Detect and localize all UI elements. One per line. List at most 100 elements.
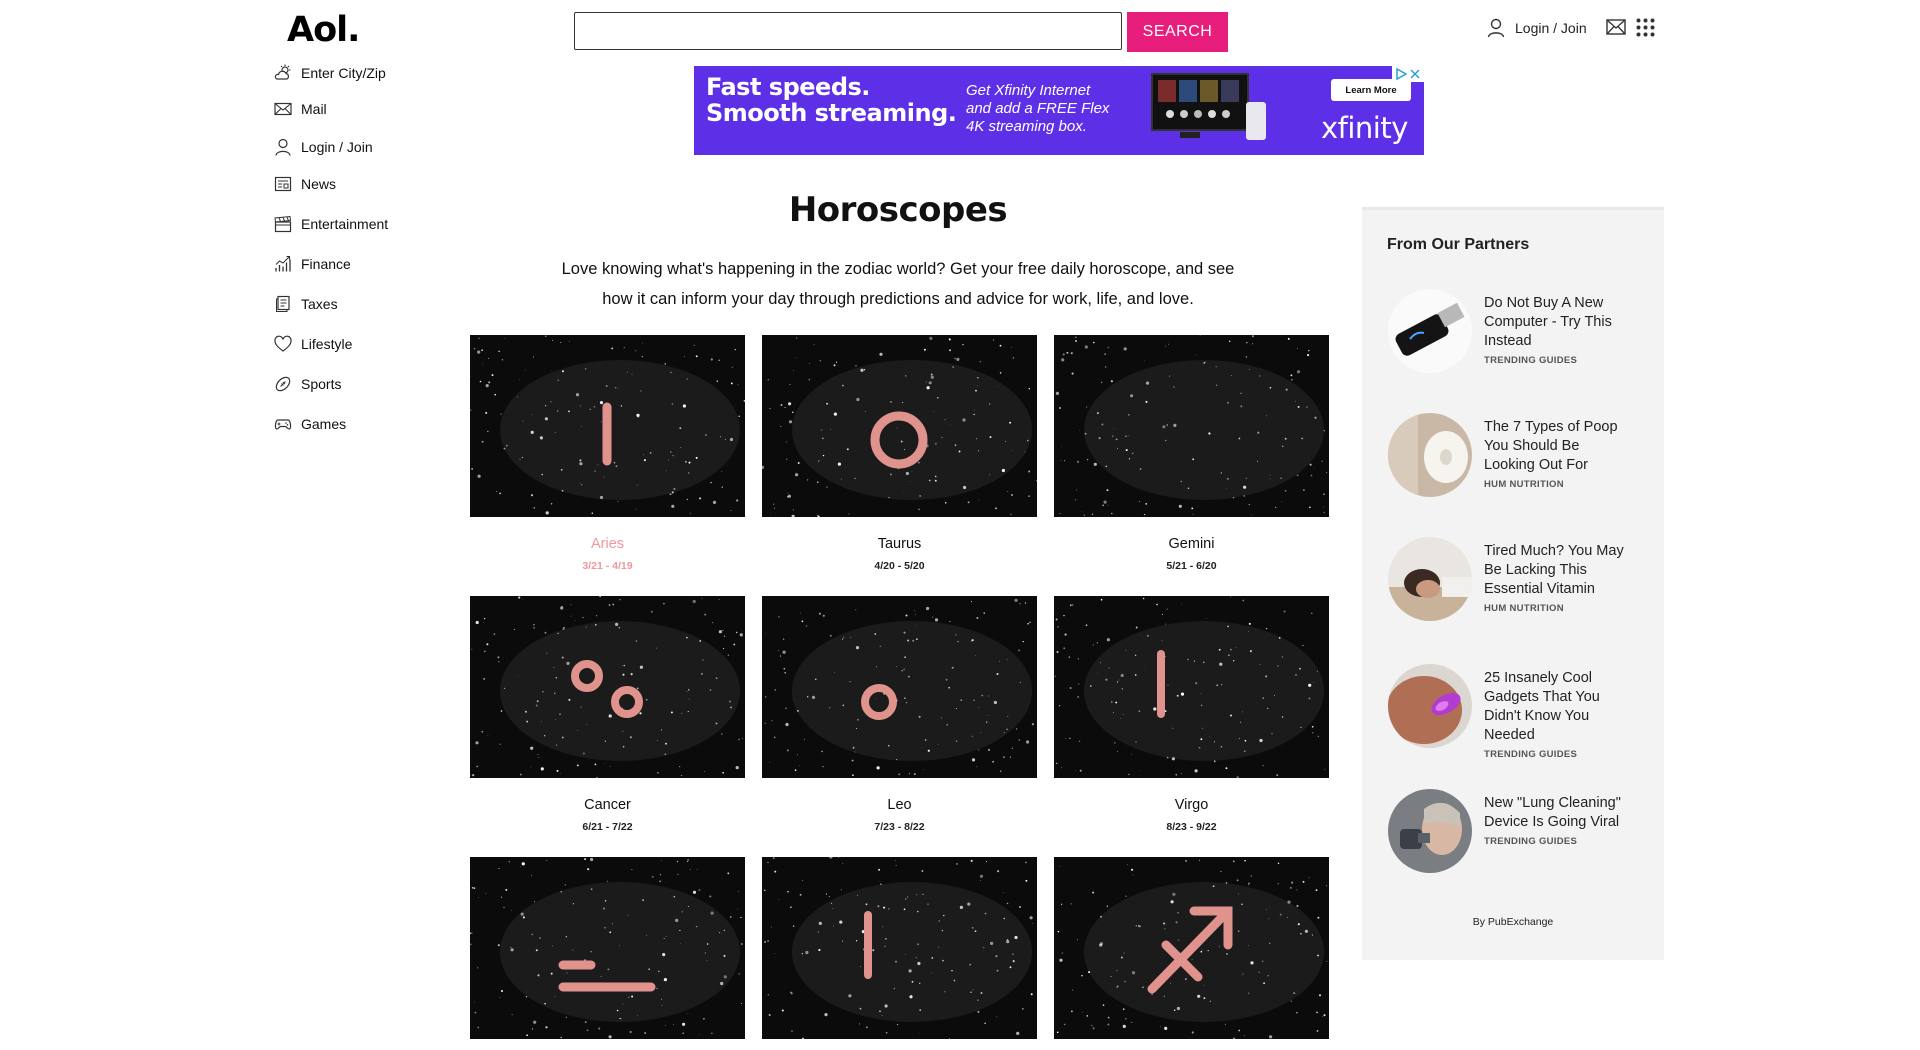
nav-item-label: Mail — [301, 101, 327, 117]
nav-item-mail[interactable]: Mail — [274, 98, 327, 120]
sign-name[interactable]: Leo — [762, 797, 1037, 813]
search-input[interactable] — [574, 12, 1122, 50]
partner-text: 25 Insanely Cool Gadgets That You Didn't… — [1484, 669, 1634, 761]
partner-headline: Do Not Buy A New Computer - Try This Ins… — [1484, 295, 1612, 349]
partner-thumbnail — [1388, 789, 1472, 873]
nav-item-weather[interactable]: Enter City/Zip — [274, 62, 386, 84]
ad-subtext-line: 4K streaming box. — [966, 118, 1087, 135]
mail-icon[interactable] — [1606, 19, 1626, 35]
nav-item-label: Lifestyle — [301, 336, 353, 352]
sign-tile[interactable] — [470, 596, 745, 778]
nav-item-sports[interactable]: Sports — [274, 373, 341, 395]
sign-tile[interactable] — [470, 335, 745, 517]
nav-item-games[interactable]: Games — [274, 413, 346, 435]
header-login-label: Login / Join — [1515, 20, 1587, 36]
ad-learn-more-button[interactable]: Learn More — [1331, 79, 1411, 101]
partners-title: From Our Partners — [1387, 236, 1530, 253]
clapperboard-icon — [274, 215, 292, 233]
sign-dates: 6/21 - 7/22 — [582, 821, 633, 833]
ad-brand-logo: xfinity — [1321, 111, 1408, 145]
page-title: Horoscopes — [788, 190, 1008, 230]
ad-banner[interactable]: Fast speeds. Smooth streaming. Get Xfini… — [694, 66, 1424, 155]
nav-item-label: Taxes — [301, 296, 338, 312]
ad-subtext-line: and add a FREE Flex — [966, 100, 1110, 117]
starfield-image — [470, 596, 745, 778]
starfield-image — [1054, 335, 1329, 517]
partner-headline: 25 Insanely Cool Gadgets That You Didn't… — [1484, 670, 1600, 743]
nav-item-label: Entertainment — [301, 216, 389, 232]
user-icon — [275, 138, 291, 156]
page-intro: Love knowing what's happening in the zod… — [561, 260, 1235, 308]
sign-tile[interactable] — [1054, 335, 1329, 517]
nav-item-label: Enter City/Zip — [301, 65, 386, 81]
starfield-image — [1054, 596, 1329, 778]
news-icon — [274, 176, 292, 192]
nav-item-lifestyle[interactable]: Lifestyle — [274, 333, 352, 355]
sign-tile[interactable] — [470, 857, 745, 1039]
partner-thumbnail — [1388, 413, 1472, 497]
starfield-image — [762, 596, 1037, 778]
gamepad-icon — [274, 419, 292, 430]
partner-headline: The 7 Types of Poop You Should Be Lookin… — [1484, 419, 1618, 473]
starfield-image — [1054, 857, 1329, 1039]
ad-headline: Fast speeds. Smooth streaming. — [706, 73, 957, 127]
weather-icon — [274, 64, 291, 80]
partner-thumbnail — [1388, 289, 1472, 373]
sign-dates: 7/23 - 8/22 — [874, 821, 925, 833]
nav-item-entertainment[interactable]: Entertainment — [274, 213, 388, 235]
aol-logo[interactable]: Aol. — [287, 10, 360, 50]
apps-grid-icon[interactable] — [1636, 18, 1655, 37]
ad-headline-line: Smooth streaming. — [706, 99, 957, 127]
search-button[interactable]: SEARCH — [1127, 12, 1228, 52]
close-icon — [1410, 69, 1420, 79]
adchoices-triangle-icon — [1396, 68, 1407, 80]
partner-source: TRENDING GUIDES — [1484, 749, 1578, 760]
starfield-image — [762, 857, 1037, 1039]
partner-source: HUM NUTRITION — [1484, 479, 1564, 490]
nav-item-label: Games — [301, 416, 347, 432]
football-icon — [275, 376, 291, 392]
partner-source: TRENDING GUIDES — [1484, 355, 1578, 366]
ad-subtext: Get Xfinity Internet and add a FREE Flex… — [966, 82, 1109, 136]
ad-subtext-line: Get Xfinity Internet — [966, 82, 1091, 99]
sign-dates: 8/23 - 9/22 — [1166, 821, 1217, 833]
pubexchange-credit[interactable]: By PubExchange — [1362, 916, 1664, 928]
partner-thumbnail — [1388, 537, 1472, 621]
nav-item-label: Finance — [301, 256, 351, 272]
header-login-link[interactable]: Login / Join — [1487, 16, 1587, 40]
sign-name[interactable]: Aries — [470, 536, 745, 552]
sign-name[interactable]: Taurus — [762, 536, 1037, 552]
sign-name[interactable]: Virgo — [1054, 797, 1329, 813]
partner-text: Do Not Buy A New Computer - Try This Ins… — [1484, 294, 1634, 367]
nav-item-taxes[interactable]: Taxes — [274, 293, 338, 315]
sign-tile[interactable] — [1054, 596, 1329, 778]
nav-item-label: News — [301, 176, 337, 192]
partner-headline: New "Lung Cleaning" Device Is Going Vira… — [1484, 795, 1621, 830]
partner-source: TRENDING GUIDES — [1484, 836, 1578, 847]
partner-thumbnail — [1388, 664, 1472, 748]
nav-item-finance[interactable]: Finance — [274, 253, 351, 275]
sign-name[interactable]: Cancer — [470, 797, 745, 813]
sign-dates: 5/21 - 6/20 — [1166, 560, 1217, 572]
ad-headline-line: Fast speeds. — [706, 73, 870, 101]
nav-item-news[interactable]: News — [274, 173, 336, 195]
sign-name[interactable]: Gemini — [1054, 536, 1329, 552]
chart-icon — [275, 255, 291, 272]
sign-tile[interactable] — [1054, 857, 1329, 1039]
document-icon — [276, 295, 290, 312]
sign-tile[interactable] — [762, 335, 1037, 517]
nav-item-label: Sports — [301, 376, 342, 392]
starfield-image — [470, 857, 745, 1039]
starfield-image — [470, 335, 745, 517]
adchoices-icon[interactable] — [1392, 66, 1424, 82]
starfield-image — [762, 335, 1037, 517]
nav-item-label: Login / Join — [301, 139, 373, 155]
sign-tile[interactable] — [762, 857, 1037, 1039]
partner-headline: Tired Much? You May Be Lacking This Esse… — [1484, 543, 1624, 597]
user-icon — [1487, 18, 1505, 38]
nav-item-login[interactable]: Login / Join — [274, 136, 373, 158]
partner-text: The 7 Types of Poop You Should Be Lookin… — [1484, 418, 1634, 491]
partner-text: Tired Much? You May Be Lacking This Esse… — [1484, 542, 1634, 615]
mail-icon — [274, 102, 292, 116]
sign-tile[interactable] — [762, 596, 1037, 778]
